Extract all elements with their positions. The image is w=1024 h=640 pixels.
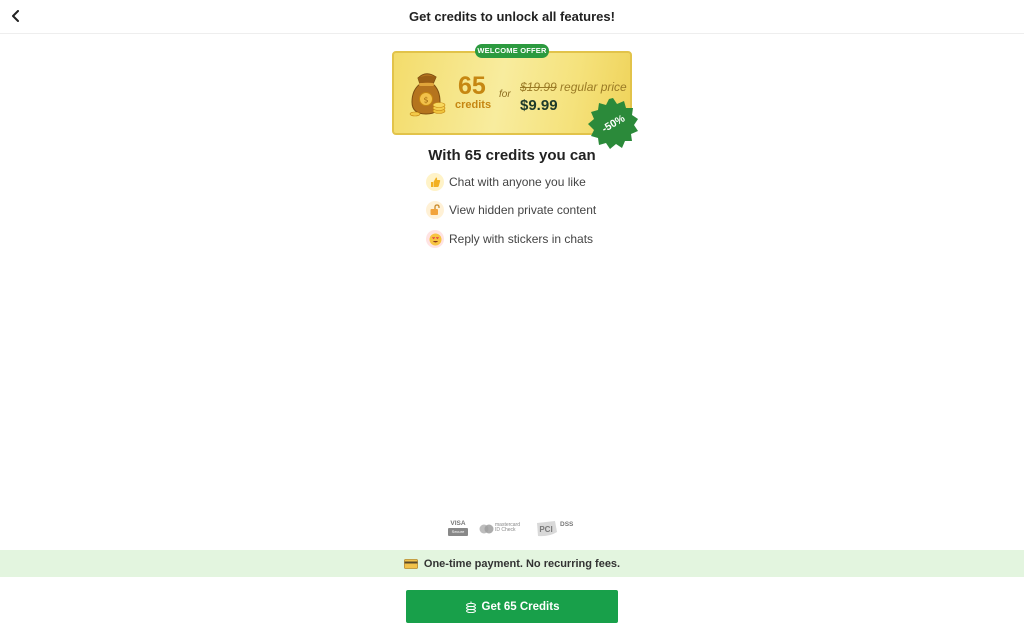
svg-text:PCI: PCI [539, 525, 552, 534]
visa-sub-text: Secure [448, 528, 468, 536]
regular-price-value: $19.99 [520, 80, 557, 94]
payment-logos: VISA Secure mastercard ID Check PCI DSS [448, 518, 578, 540]
payment-notice-text: One-time payment. No recurring fees. [423, 557, 621, 570]
welcome-offer-badge: WELCOME OFFER [475, 44, 549, 58]
feature-private-content: View hidden private content [426, 200, 596, 220]
credits-amount: 65 [458, 72, 486, 100]
thumbs-up-icon [426, 173, 444, 191]
credits-page: Get credits to unlock all features! WELC… [0, 0, 1024, 640]
feature-chat: Chat with anyone you like [426, 172, 586, 192]
mastercard-sub-label: ID Check [495, 527, 516, 533]
features-title: With 65 credits you can [428, 147, 596, 164]
visa-text: VISA [450, 520, 466, 527]
credit-card-icon [403, 558, 418, 569]
for-word: for [499, 89, 511, 100]
heart-eyes-icon [426, 230, 444, 248]
svg-text:$: $ [423, 96, 428, 105]
feature-label: View hidden private content [449, 203, 597, 217]
welcome-offer-card: WELCOME OFFER $ 65 credits for $19.99 re… [392, 44, 642, 152]
regular-price-suffix: regular price [556, 80, 627, 94]
coins-icon [465, 601, 476, 613]
get-credits-button[interactable]: Get 65 Credits [406, 590, 618, 623]
pci-dss-logo: PCI DSS [535, 520, 577, 538]
mastercard-logo: mastercard ID Check [479, 523, 523, 535]
money-bag-icon: $ [409, 73, 446, 117]
credits-word: credits [455, 99, 492, 111]
mastercard-icon [479, 524, 494, 534]
feature-stickers: Reply with stickers in chats [426, 229, 593, 249]
feature-label: Reply with stickers in chats [449, 232, 594, 246]
unlock-icon [426, 201, 444, 219]
feature-label: Chat with anyone you like [449, 175, 586, 189]
discount-seal-icon: -50% [588, 98, 638, 149]
offer-price: $9.99 [520, 97, 558, 114]
get-credits-label: Get 65 Credits [481, 600, 560, 613]
visa-logo: VISA Secure [448, 520, 468, 538]
mastercard-text: mastercard ID Check [495, 523, 520, 533]
regular-price: $19.99 regular price [520, 80, 627, 94]
page-title: Get credits to unlock all features! [409, 9, 615, 24]
payment-notice-bar: One-time payment. No recurring fees. [0, 550, 1024, 577]
pci-dss-text: DSS [560, 521, 574, 528]
pci-shield-icon: PCI [537, 521, 557, 537]
header: Get credits to unlock all features! [0, 0, 1024, 34]
